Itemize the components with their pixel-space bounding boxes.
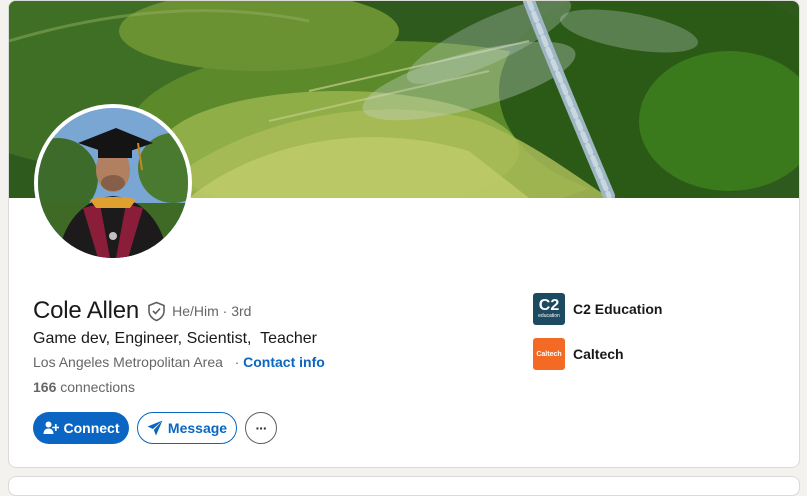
- next-section-card: [8, 476, 800, 496]
- org-item-c2-education[interactable]: C2 education C2 Education: [533, 293, 662, 325]
- profile-avatar[interactable]: [34, 104, 192, 262]
- connection-degree: · 3rd: [222, 303, 252, 319]
- avatar-photo: [38, 108, 188, 258]
- ellipsis-icon: ···: [255, 420, 268, 436]
- pronouns: He/Him: [172, 303, 219, 319]
- message-label: Message: [167, 420, 228, 436]
- c2-logo-subtext: education: [538, 313, 560, 319]
- connections-count[interactable]: 166 connections: [33, 379, 135, 395]
- add-person-icon: [43, 421, 59, 434]
- location-row: Los Angeles Metropolitan Area · Contact …: [33, 354, 325, 370]
- org-name: Caltech: [573, 346, 624, 362]
- paper-plane-icon: [147, 420, 163, 436]
- profile-card: Cole Allen He/Him · 3rd Game dev, Engine…: [8, 0, 800, 468]
- caltech-logo: Caltech: [533, 338, 565, 370]
- connect-button[interactable]: Connect: [33, 412, 129, 444]
- org-item-caltech[interactable]: Caltech Caltech: [533, 338, 662, 370]
- shield-check-icon[interactable]: [147, 301, 166, 322]
- c2-logo-text: C2: [538, 297, 560, 314]
- connect-label: Connect: [63, 420, 120, 436]
- contact-info-link[interactable]: Contact info: [243, 354, 325, 370]
- experience-education-list: C2 education C2 Education Caltech Caltec…: [533, 293, 662, 383]
- profile-headline: Game dev, Engineer, Scientist, Teacher: [33, 330, 318, 347]
- action-buttons: Connect Message ···: [33, 412, 277, 444]
- caltech-logo-text: Caltech: [536, 350, 562, 358]
- org-name: C2 Education: [573, 301, 663, 317]
- connections-number: 166: [33, 379, 57, 395]
- c2-education-logo: C2 education: [533, 293, 565, 325]
- location-separator: ·: [234, 354, 240, 370]
- location-text: Los Angeles Metropolitan Area: [33, 354, 223, 370]
- message-button[interactable]: Message: [137, 412, 237, 444]
- name-row: Cole Allen He/Him · 3rd: [33, 297, 251, 325]
- more-actions-button[interactable]: ···: [245, 412, 277, 444]
- profile-name: Cole Allen: [33, 297, 140, 324]
- connections-label: connections: [60, 379, 135, 395]
